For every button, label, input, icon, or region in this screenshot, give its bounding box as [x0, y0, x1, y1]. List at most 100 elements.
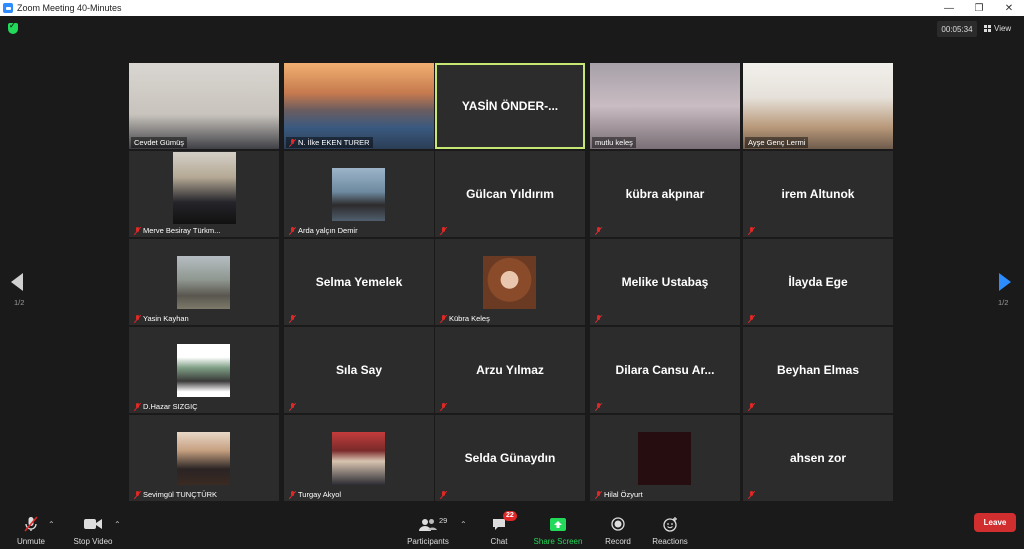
participant-tile[interactable]: Gülcan Yıldırım	[435, 151, 585, 237]
participant-tile[interactable]: Kübra Keleş	[435, 239, 585, 325]
minimize-button[interactable]: —	[934, 0, 964, 16]
emoji-smile-icon	[662, 514, 678, 534]
profile-picture	[332, 432, 385, 485]
participant-name: D.Hazar SIZGIÇ	[143, 402, 198, 411]
participants-count: 29	[439, 516, 448, 525]
participant-tile[interactable]: Arda yalçın Demir	[284, 151, 434, 237]
stop-video-button[interactable]: Stop Video	[70, 509, 116, 549]
participant-name: Turgay Akyol	[298, 490, 342, 499]
participant-tile[interactable]: mutlu keleş	[590, 63, 740, 149]
participant-name-label	[437, 225, 450, 236]
participant-name-label: Yasin Kayhan	[131, 313, 192, 324]
participant-display-name: Sıla Say	[335, 363, 383, 377]
muted-mic-icon	[595, 226, 602, 235]
participant-name-label	[286, 313, 299, 324]
participant-tile[interactable]: Yasin Kayhan	[129, 239, 279, 325]
participant-display-name: ahsen zor	[789, 451, 846, 465]
participant-tile[interactable]: İlayda Ege	[743, 239, 893, 325]
participants-label: Participants	[407, 537, 449, 546]
participant-display-name: Melike Ustabaş	[621, 275, 709, 289]
window-titlebar: Zoom Meeting 40-Minutes — ❐ ✕	[0, 0, 1024, 16]
participant-tile[interactable]: kübra akpınar	[590, 151, 740, 237]
record-button[interactable]: Record	[601, 509, 635, 549]
close-button[interactable]: ✕	[994, 0, 1024, 16]
participant-tile[interactable]: Sevimgül TUNÇTÜRK	[129, 415, 279, 501]
unmute-label: Unmute	[16, 537, 45, 546]
chat-button[interactable]: 22 Chat	[484, 509, 517, 549]
participant-tile[interactable]: Merve Besiray Türkm...	[129, 151, 279, 237]
video-camera-icon	[84, 514, 102, 534]
security-shield-icon[interactable]	[8, 21, 18, 34]
participant-tile[interactable]: Selma Yemelek	[284, 239, 434, 325]
share-screen-button[interactable]: Share Screen	[532, 509, 584, 549]
participants-options-chevron-icon[interactable]: ⌃	[460, 520, 467, 529]
view-button[interactable]: View	[984, 20, 1011, 36]
gallery-grid: Cevdet Gümüş N. İlke EKEN TURER YASİN ÖNDE…	[129, 63, 895, 501]
participant-name-label: Cevdet Gümüş	[131, 137, 188, 148]
participant-tile[interactable]: Arzu Yılmaz	[435, 327, 585, 413]
participant-tile[interactable]: YASİN ÖNDER-...	[435, 63, 585, 149]
muted-mic-icon	[134, 490, 141, 499]
participant-name-label	[745, 313, 758, 324]
participant-tile[interactable]: Beyhan Elmas	[743, 327, 893, 413]
muted-mic-icon	[289, 314, 296, 323]
participant-name-label: mutlu keleş	[592, 137, 636, 148]
participant-tile[interactable]: ahsen zor	[743, 415, 893, 501]
profile-picture	[177, 344, 230, 397]
participant-display-name: Beyhan Elmas	[776, 363, 860, 377]
participant-name: Merve Besiray Türkm...	[143, 226, 221, 235]
stop-video-label: Stop Video	[73, 537, 113, 546]
profile-picture	[177, 432, 230, 485]
participant-tile[interactable]: Melike Ustabaş	[590, 239, 740, 325]
audio-options-chevron-icon[interactable]: ⌃	[48, 520, 55, 529]
participant-display-name: Dilara Cansu Ar...	[615, 363, 715, 377]
participant-display-name: Selma Yemelek	[315, 275, 403, 289]
muted-mic-icon	[440, 402, 447, 411]
participant-name: mutlu keleş	[595, 138, 633, 147]
muted-mic-icon	[134, 226, 141, 235]
participant-tile[interactable]: irem Altunok	[743, 151, 893, 237]
muted-mic-icon	[595, 314, 602, 323]
participant-tile[interactable]: Sıla Say	[284, 327, 434, 413]
chat-bubble-icon: 22	[492, 511, 517, 534]
muted-mic-icon	[748, 490, 755, 499]
participant-name-label	[592, 225, 605, 236]
participant-display-name: YASİN ÖNDER-...	[461, 99, 559, 113]
participant-name-label: Merve Besiray Türkm...	[131, 225, 223, 236]
record-icon	[611, 514, 625, 534]
participant-name-label: Kübra Keleş	[437, 313, 493, 324]
profile-picture	[332, 168, 385, 221]
next-page-arrow-icon[interactable]	[999, 273, 1011, 291]
participant-tile[interactable]: Dilara Cansu Ar...	[590, 327, 740, 413]
participant-tile[interactable]: N. İlke EKEN TURER	[284, 63, 434, 149]
participant-name-label	[745, 401, 758, 412]
reactions-label: Reactions	[652, 537, 688, 546]
participant-display-name: İlayda Ege	[788, 275, 848, 289]
participant-tile[interactable]: Cevdet Gümüş	[129, 63, 279, 149]
page-indicator-right: 1/2	[998, 298, 1009, 307]
participant-tile[interactable]: Selda Günaydın	[435, 415, 585, 501]
muted-mic-icon	[440, 490, 447, 499]
participant-display-name: irem Altunok	[781, 187, 855, 201]
muted-mic-icon	[134, 402, 141, 411]
share-screen-icon	[550, 514, 566, 534]
restore-button[interactable]: ❐	[964, 0, 994, 16]
participants-button[interactable]: 29 Participants	[404, 509, 452, 549]
profile-picture	[638, 432, 691, 485]
unmute-button[interactable]: Unmute	[12, 509, 50, 549]
muted-mic-icon	[595, 402, 602, 411]
participant-tile[interactable]: D.Hazar SIZGIÇ	[129, 327, 279, 413]
participants-icon: 29	[419, 514, 447, 534]
participant-tile[interactable]: Ayşe Genç Lermi	[743, 63, 893, 149]
participant-name-label	[745, 489, 758, 500]
grid-view-icon	[984, 24, 991, 32]
leave-button[interactable]: Leave	[974, 513, 1016, 532]
reactions-button[interactable]: Reactions	[650, 509, 690, 549]
video-options-chevron-icon[interactable]: ⌃	[114, 520, 121, 529]
muted-mic-icon	[440, 314, 447, 323]
participant-name-label	[437, 401, 450, 412]
participant-tile[interactable]: Turgay Akyol	[284, 415, 434, 501]
participant-tile[interactable]: Hilal Özyurt	[590, 415, 740, 501]
record-label: Record	[605, 537, 631, 546]
previous-page-arrow-icon[interactable]	[11, 273, 23, 291]
